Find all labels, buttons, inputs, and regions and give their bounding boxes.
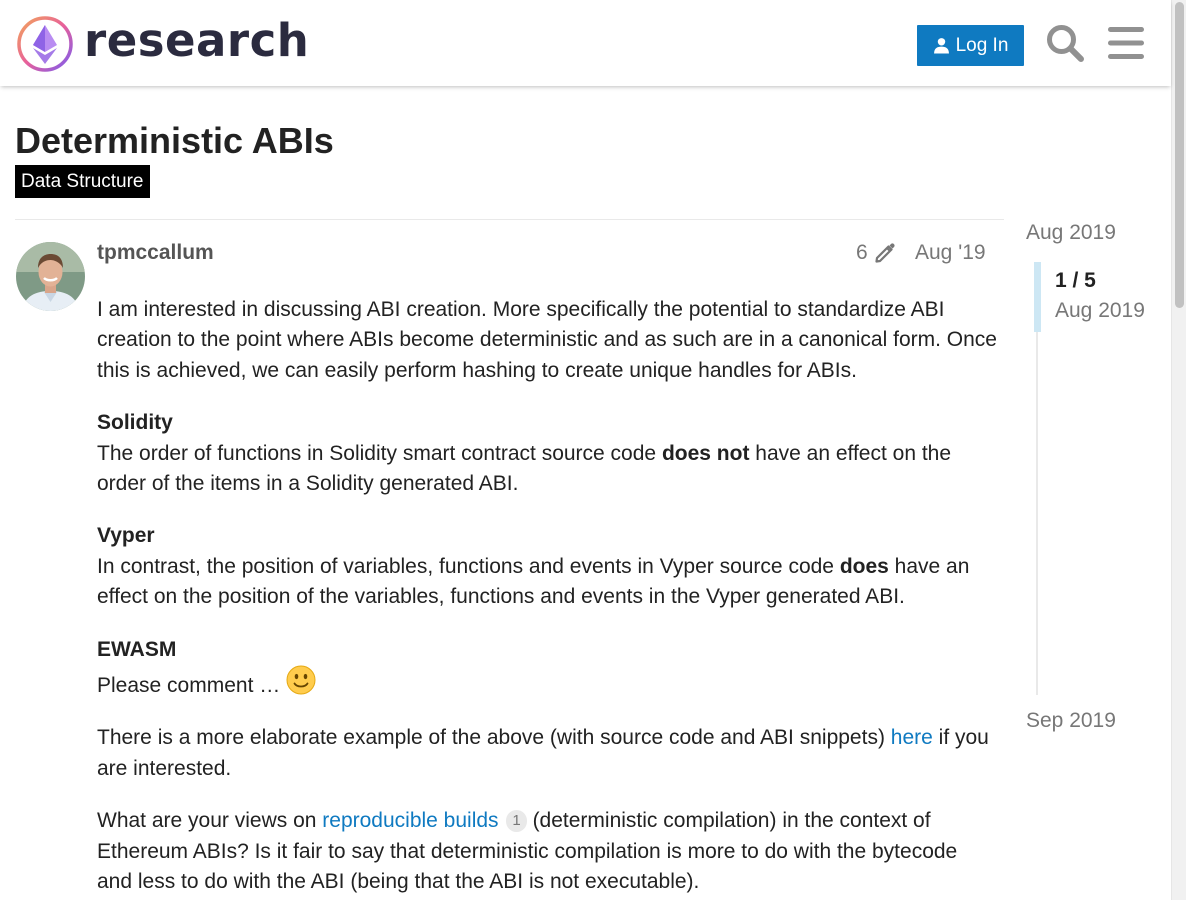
section-heading: Solidity [97, 411, 173, 435]
pencil-icon [875, 243, 895, 263]
page-title[interactable]: Deterministic ABIs [15, 118, 334, 164]
emphasis-text: does not [661, 441, 750, 465]
post-section-vyper: Vyper In contrast, the position of varia… [97, 521, 997, 612]
post-text: The order of functions in Solidity smart… [97, 441, 662, 465]
timeline-start-date[interactable]: Aug 2019 [1026, 221, 1116, 245]
post-text: There is a more elaborate example of the… [97, 726, 891, 750]
post-paragraph: What are your views on reproducible buil… [97, 806, 997, 897]
emphasis-text: does [839, 554, 889, 578]
post-section-ewasm: EWASM Please comment … [97, 635, 997, 702]
slightly-smiling-face-icon [286, 665, 316, 695]
link-click-count-badge: 1 [506, 810, 527, 833]
reproducible-builds-link[interactable]: reproducible builds [322, 809, 498, 832]
post-section-solidity: Solidity The order of functions in Solid… [97, 408, 997, 499]
search-icon[interactable] [1045, 23, 1085, 63]
post-username[interactable]: tpmccallum [97, 240, 214, 266]
here-link[interactable]: here [891, 726, 933, 749]
section-heading: Vyper [97, 524, 155, 548]
timeline-end-date[interactable]: Sep 2019 [1026, 709, 1116, 733]
post-body: I am interested in discussing ABI creati… [97, 295, 997, 920]
user-icon [933, 38, 949, 54]
post-text: Please comment … [97, 674, 287, 698]
category-badge[interactable]: Data Structure [15, 165, 150, 198]
site-header: research Log In [0, 0, 1171, 86]
hamburger-menu-icon[interactable] [1108, 26, 1144, 60]
timeline-scroll-handle[interactable] [1034, 262, 1041, 332]
edit-count: 6 [856, 241, 868, 264]
post-paragraph: There is a more elaborate example of the… [97, 723, 997, 784]
timeline-position-date: Aug 2019 [1055, 299, 1145, 322]
title-divider [15, 219, 1004, 220]
avatar[interactable] [16, 242, 85, 311]
post-paragraph: I am interested in discussing ABI creati… [97, 298, 997, 382]
post-text: What are your views on [97, 809, 323, 833]
post-edit-history[interactable]: 6 [856, 240, 896, 266]
post-text: In contrast, the position of variables, … [97, 554, 840, 578]
login-button-label: Log In [955, 34, 1009, 56]
login-button[interactable]: Log In [917, 25, 1024, 66]
research-logo-icon[interactable] [16, 15, 74, 73]
site-logo-text[interactable]: research [84, 13, 309, 69]
timeline-position[interactable]: 1 / 5 [1055, 269, 1096, 293]
section-heading: EWASM [97, 637, 177, 661]
post-date[interactable]: Aug '19 [915, 240, 986, 266]
page-scrollbar[interactable] [1171, 0, 1186, 900]
scrollbar-thumb[interactable] [1175, 2, 1184, 308]
